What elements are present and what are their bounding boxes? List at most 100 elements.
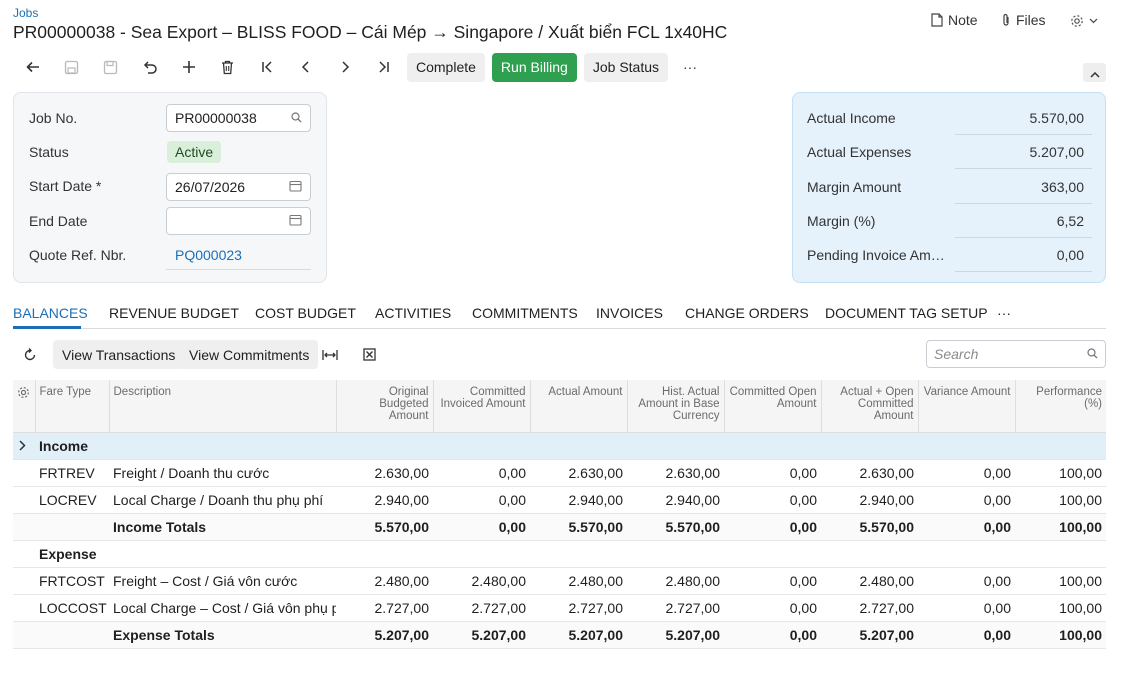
search-icon[interactable] [291,110,302,126]
delete-icon[interactable] [208,52,247,82]
col-description[interactable]: Description [109,380,337,433]
quote-ref-link[interactable]: PQ000023 [175,247,242,263]
last-record-icon[interactable] [364,52,403,82]
complete-button[interactable]: Complete [407,52,485,82]
committed-invoiced-total: 5.207,00 [433,621,530,649]
col-committed-open[interactable]: Committed Open Amount [724,380,822,433]
view-commitments-button[interactable]: View Commitments [180,340,319,369]
actual-amount-cell: 2.630,00 [530,459,627,487]
save-icon[interactable] [91,52,130,82]
more-actions-button[interactable]: ··· [675,52,705,82]
job-status-button[interactable]: Job Status [583,52,669,82]
tab-change-orders[interactable]: CHANGE ORDERS [685,305,809,321]
undo-icon[interactable] [130,52,169,82]
collapse-header-button[interactable] [1083,63,1106,82]
col-committed-invoiced[interactable]: Committed Invoiced Amount [433,380,531,433]
calendar-icon[interactable] [289,179,302,195]
tab-invoices[interactable]: INVOICES [596,305,663,321]
col-fare-type[interactable]: Fare Type [35,380,110,433]
tab-more[interactable]: ··· [997,305,1011,321]
export-excel-icon[interactable] [354,340,384,369]
row-spacer [35,621,109,649]
committed-invoiced-cell: 0,00 [433,459,530,487]
group-row-income[interactable]: Income [13,432,1106,460]
tab-revenue-budget[interactable]: REVENUE BUDGET [109,305,239,321]
variance-total: 0,00 [918,513,1015,541]
pending-invoice-label: Pending Invoice Am… [807,247,945,263]
first-record-icon[interactable] [247,52,286,82]
actual-expenses-label: Actual Expenses [807,144,912,160]
table-row[interactable]: LOCREV Local Charge / Doanh thu phụ phí … [13,486,1106,514]
table-row[interactable]: FRTCOST Freight – Cost / Giá vôn cước 2.… [13,567,1106,595]
job-no-label: Job No. [29,110,78,126]
save-close-icon[interactable] [52,52,91,82]
description-cell: Local Charge – Cost / Giá vôn phụ phí [109,594,336,622]
col-hist-actual[interactable]: Hist. Actual Amount in Base Currency [627,380,725,433]
margin-percent-value: 6,52 [955,204,1092,238]
totals-label: Income Totals [109,513,336,541]
status-label: Status [29,144,69,160]
tab-cost-budget[interactable]: COST BUDGET [255,305,356,321]
table-row[interactable]: LOCCOST Local Charge – Cost / Giá vôn ph… [13,594,1106,622]
files-button[interactable]: Files [1001,12,1046,28]
start-date-field[interactable]: 26/07/2026 [166,173,311,201]
committed-invoiced-total: 0,00 [433,513,530,541]
margin-amount-value: 363,00 [955,170,1092,204]
description-cell: Freight / Doanh thu cước [109,459,336,487]
job-summary-form: Job No. PR00000038 Status Active Start D… [13,92,327,283]
actual-open-committed-cell: 2.630,00 [821,459,918,487]
variance-cell: 0,00 [918,567,1015,595]
original-budgeted-total: 5.570,00 [336,513,433,541]
original-budgeted-total: 5.207,00 [336,621,433,649]
col-variance[interactable]: Variance Amount [918,380,1016,433]
previous-record-icon[interactable] [286,52,325,82]
actual-amount-cell: 2.940,00 [530,486,627,514]
tab-balances[interactable]: BALANCES [13,305,88,321]
refresh-icon[interactable] [15,340,45,369]
tab-activities[interactable]: ACTIVITIES [375,305,451,321]
settings-menu-button[interactable] [1070,14,1098,28]
end-date-field[interactable] [166,207,311,235]
quote-ref-underline [166,269,311,270]
margin-amount-label: Margin Amount [807,179,902,195]
tab-document-tag-setup[interactable]: DOCUMENT TAG SETUP [825,305,988,321]
status-badge: Active [167,141,222,163]
committed-invoiced-cell: 2.727,00 [433,594,530,622]
column-settings-icon[interactable] [13,380,36,433]
expand-chevron-icon[interactable] [13,432,35,460]
run-billing-button[interactable]: Run Billing [491,52,577,82]
breadcrumb-jobs[interactable]: Jobs [13,6,38,20]
variance-cell: 0,00 [918,486,1015,514]
note-button[interactable]: Note [931,12,978,28]
paperclip-icon [1001,13,1011,27]
start-date-value: 26/07/2026 [175,179,246,195]
col-actual-amount[interactable]: Actual Amount [530,380,628,433]
committed-open-cell: 0,00 [724,459,821,487]
pending-invoice-value: 0,00 [955,238,1092,272]
original-budgeted-cell: 2.727,00 [336,594,433,622]
toolbar: Complete Run Billing Job Status ··· [13,52,705,82]
table-row[interactable]: FRTREV Freight / Doanh thu cước 2.630,00… [13,459,1106,487]
grid-search-input[interactable]: Search [926,340,1106,368]
active-tab-indicator [13,326,81,329]
pending-invoice-row: Pending Invoice Am… 0,00 [807,238,1092,272]
col-performance[interactable]: Performance (%) [1015,380,1106,433]
performance-total: 100,00 [1015,621,1106,649]
add-icon[interactable] [169,52,208,82]
col-actual-open-committed[interactable]: Actual + Open Committed Amount [821,380,919,433]
fare-type-cell: LOCCOST [35,594,109,622]
group-row-expense[interactable]: Expense [13,540,1106,568]
tab-commitments[interactable]: COMMITMENTS [472,305,578,321]
actual-income-label: Actual Income [807,110,896,126]
back-arrow-icon[interactable] [13,52,52,82]
committed-invoiced-cell: 0,00 [433,486,530,514]
performance-total: 100,00 [1015,513,1106,541]
calendar-icon[interactable] [289,213,302,229]
row-spacer [35,513,109,541]
job-no-field[interactable]: PR00000038 [166,104,311,132]
fit-columns-icon[interactable] [315,340,345,369]
col-original-budgeted[interactable]: Original Budgeted Amount [336,380,434,433]
next-record-icon[interactable] [325,52,364,82]
view-transactions-button[interactable]: View Transactions [53,340,185,369]
committed-open-cell: 0,00 [724,486,821,514]
